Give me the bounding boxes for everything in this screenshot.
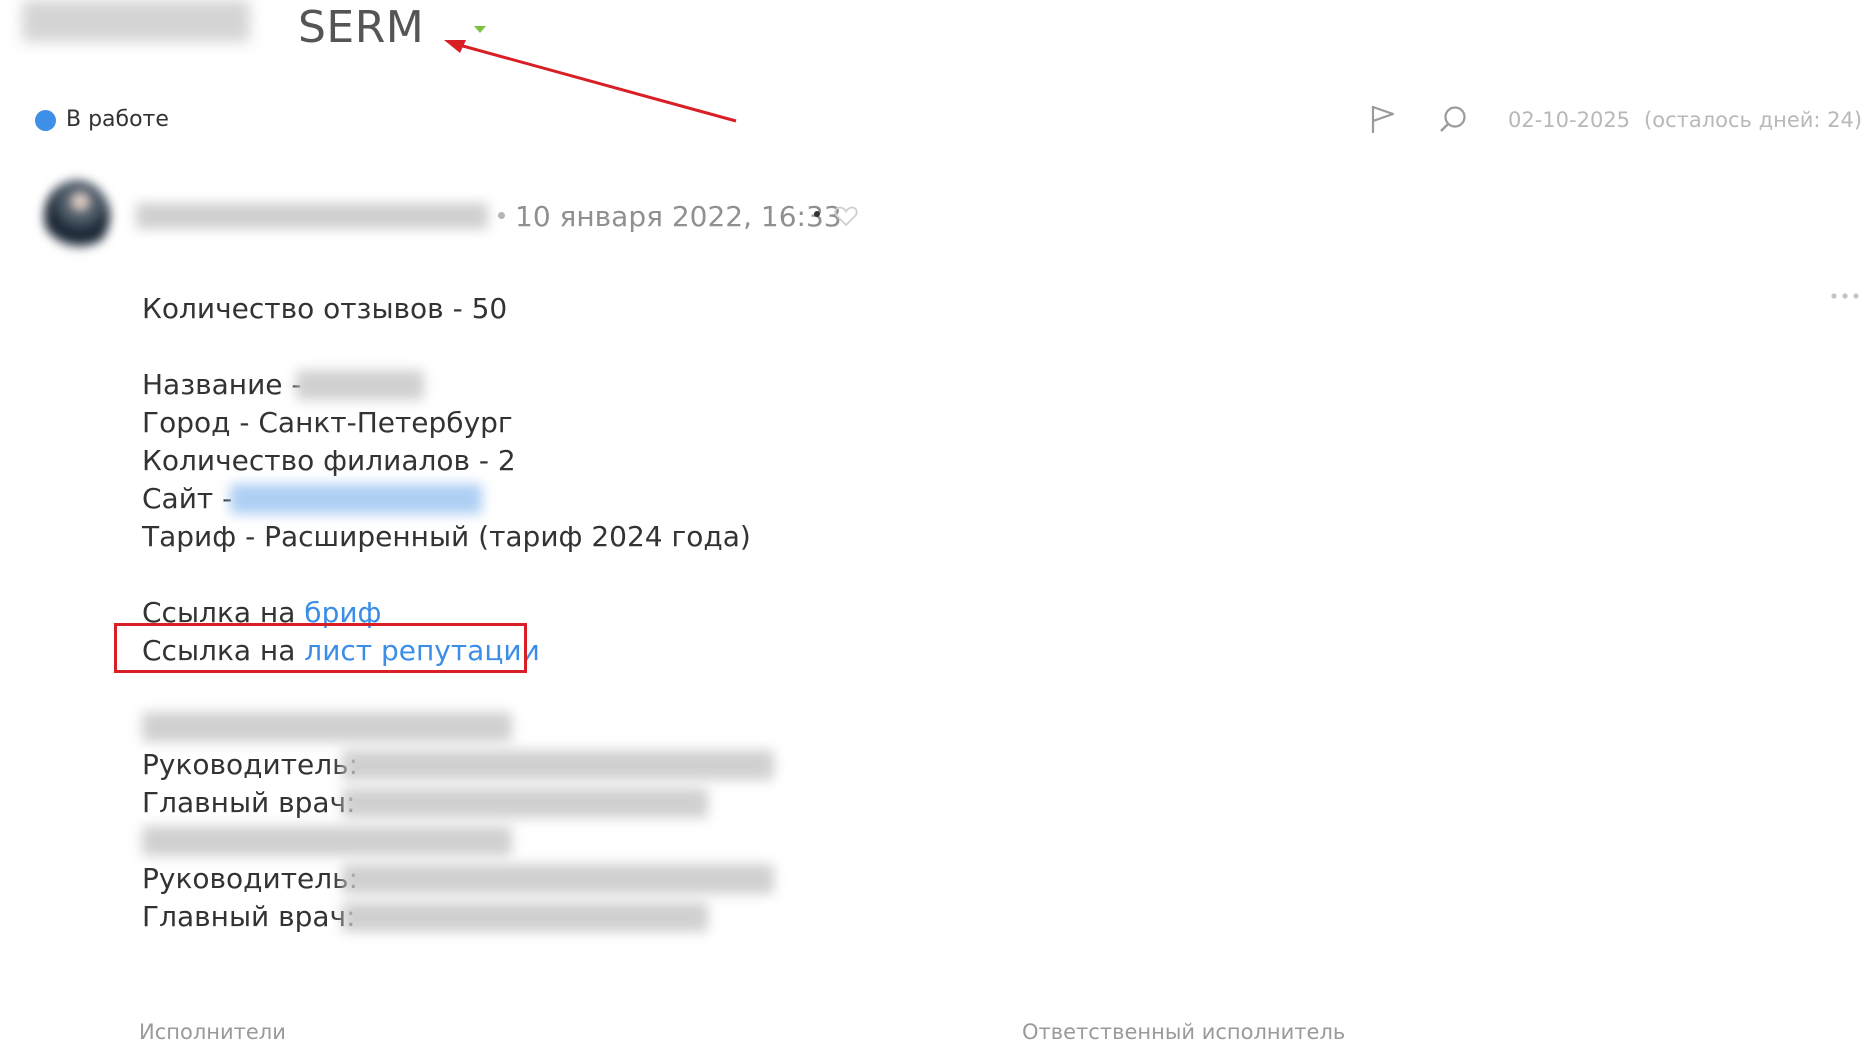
brief-link-line: Ссылка на бриф — [142, 596, 381, 629]
city-line: Город - Санкт-Петербург — [142, 406, 513, 439]
post-date: 10 января 2022, 16:33 — [515, 200, 842, 233]
name-label: Название - — [142, 368, 302, 401]
reputation-sheet-link[interactable]: лист репутации — [304, 634, 540, 667]
avatar[interactable] — [44, 180, 110, 252]
brief-link[interactable]: бриф — [304, 596, 381, 629]
site-link-redacted[interactable] — [230, 484, 482, 514]
page-title: SERM — [298, 2, 425, 53]
caret-down-icon[interactable] — [474, 26, 486, 33]
doctor-1-value-redacted — [342, 788, 708, 818]
site-label: Сайт - — [142, 482, 233, 515]
doctor-2-value-redacted — [342, 902, 708, 932]
meta-separator — [814, 211, 820, 217]
head-1-label: Руководитель: — [142, 748, 359, 781]
executors-label: Исполнители — [139, 1020, 286, 1044]
deadline-date: 02-10-2025 — [1508, 108, 1631, 132]
brief-prefix: Ссылка на — [142, 596, 296, 629]
branch-1-redacted — [142, 712, 512, 742]
reputation-prefix: Ссылка на — [142, 634, 296, 667]
head-2-label: Руководитель: — [142, 862, 359, 895]
tariff-line: Тариф - Расширенный (тариф 2024 года) — [142, 520, 751, 553]
author-name-redacted[interactable] — [136, 203, 488, 229]
reviews-count: Количество отзывов - 50 — [142, 292, 508, 325]
deadline-remaining: (осталось дней: 24) — [1644, 108, 1861, 132]
heart-icon[interactable] — [834, 205, 858, 227]
doctor-2-label: Главный врач: — [142, 900, 356, 933]
name-value-redacted — [296, 370, 424, 400]
more-dots-icon[interactable] — [1830, 291, 1860, 301]
comment-icon[interactable] — [1439, 105, 1467, 133]
meta-separator — [498, 212, 505, 219]
status-dot — [35, 110, 56, 131]
deadline: 02-10-2025 (осталось дней: 24) — [1508, 108, 1861, 132]
branches-line: Количество филиалов - 2 — [142, 444, 516, 477]
project-prefix-redacted — [22, 0, 250, 42]
responsible-executor-label: Ответственный исполнитель — [1022, 1020, 1346, 1044]
reputation-link-line: Ссылка на лист репутации — [142, 634, 540, 667]
branch-2-redacted — [142, 826, 512, 856]
doctor-1-label: Главный врач: — [142, 786, 356, 819]
head-2-value-redacted — [342, 864, 774, 894]
status-label[interactable]: В работе — [66, 107, 169, 132]
flag-icon[interactable] — [1370, 104, 1396, 134]
head-1-value-redacted — [342, 750, 774, 780]
